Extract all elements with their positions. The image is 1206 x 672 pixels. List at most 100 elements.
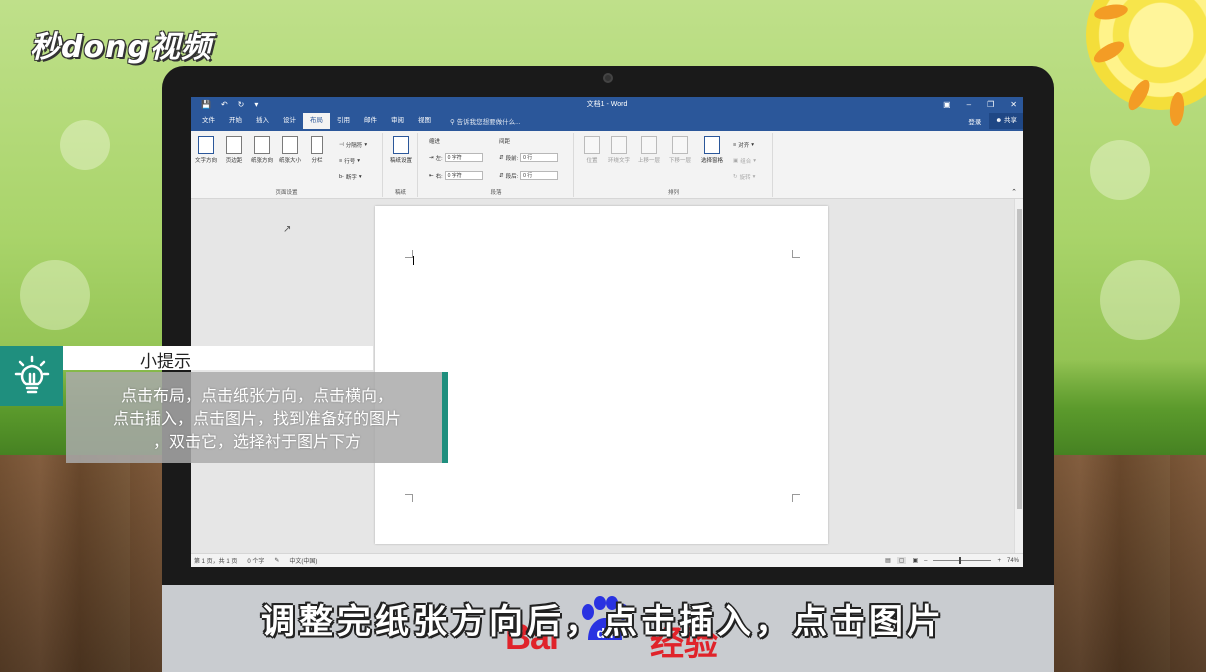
margins-button[interactable]: 页边距 — [220, 136, 248, 164]
arrange-label: 排列 — [667, 190, 679, 196]
tab-home[interactable]: 开始 — [222, 113, 249, 129]
margin-corner-tl — [405, 250, 413, 258]
margins-icon — [226, 136, 242, 154]
breaks-button[interactable]: ⊣ 分隔符 ▾ — [339, 141, 367, 149]
indent-right-input[interactable]: 0 字符 — [444, 171, 483, 180]
web-layout-icon[interactable]: ▣ — [912, 557, 918, 564]
rotate-button[interactable]: ↻ 旋转 ▾ — [733, 173, 755, 181]
indent-left-field[interactable]: ⇥ 左: 0 字符 — [429, 153, 483, 162]
orientation-button[interactable]: 纸张方向 — [248, 136, 276, 164]
margins-label: 页边距 — [225, 158, 243, 164]
tab-layout[interactable]: 布局 — [303, 113, 330, 129]
wrap-text-button[interactable]: 环绕文字 — [605, 136, 633, 164]
draft-settings-label: 稿纸设置 — [389, 158, 412, 164]
indent-right-label: 右: — [435, 173, 443, 180]
tip-title-bar — [63, 346, 373, 370]
line-numbers-icon: ≡ — [339, 158, 343, 164]
indent-left-input[interactable]: 0 字符 — [444, 153, 483, 162]
lightbulb-icon: ⚲ — [450, 119, 455, 126]
group-button[interactable]: ▣ 组合 ▾ — [733, 157, 756, 165]
zoom-slider[interactable] — [933, 557, 992, 564]
hyphenation-label: 断字 — [345, 175, 357, 181]
dropdown-icon: ▾ — [752, 174, 756, 180]
draft-label: 稿纸 — [394, 190, 406, 196]
paper-size-icon — [282, 136, 298, 154]
tab-insert[interactable]: 插入 — [249, 113, 276, 129]
channel-logo: 秒dong视频 — [30, 30, 212, 65]
draft-paper-icon — [393, 136, 409, 154]
bokeh-light — [60, 120, 110, 170]
zoom-slider-thumb[interactable] — [959, 557, 962, 564]
account-area: 登录 ☻ 共享 — [968, 113, 1023, 129]
align-button[interactable]: ≡ 对齐 ▾ — [733, 141, 754, 149]
lightbulb-icon — [14, 355, 49, 394]
tab-review[interactable]: 审阅 — [384, 113, 411, 129]
signin-link[interactable]: 登录 — [968, 116, 981, 126]
tab-view[interactable]: 视图 — [411, 113, 438, 129]
send-backward-button[interactable]: 下移一层 — [666, 136, 694, 164]
tip-line-3: ，双击它，选择衬于图片下方 — [152, 432, 361, 451]
tell-me-box[interactable]: ⚲ 告诉我您想要做什么... — [450, 116, 521, 126]
tell-me-placeholder: 告诉我您想要做什么... — [456, 119, 521, 126]
spacing-before-input[interactable]: 0 行 — [520, 153, 559, 162]
share-button[interactable]: ☻ 共享 — [989, 113, 1023, 129]
selection-pane-button[interactable]: 选择窗格 — [698, 136, 726, 164]
line-numbers-button[interactable]: ≡ 行号 ▾ — [339, 157, 360, 165]
columns-label: 分栏 — [311, 158, 323, 164]
breaks-icon: ⊣ — [339, 142, 344, 148]
tab-references[interactable]: 引用 — [330, 113, 357, 129]
close-icon[interactable]: ✕ — [1010, 100, 1017, 109]
hyphenation-button[interactable]: b‐ 断字 ▾ — [339, 173, 362, 181]
text-direction-button[interactable]: 文字方向 — [192, 136, 220, 164]
page-count[interactable]: 第 1 页，共 1 页 — [194, 556, 237, 565]
bring-forward-icon — [641, 136, 657, 154]
spacing-after-field[interactable]: ⇵ 段后: 0 行 — [499, 171, 559, 180]
tab-file[interactable]: 文件 — [195, 113, 222, 129]
read-mode-icon[interactable]: ▤ — [885, 557, 891, 564]
position-button[interactable]: 位置 — [579, 136, 605, 164]
ribbon-options-icon[interactable]: ▣ — [943, 100, 951, 109]
zoom-level[interactable]: 74% — [1007, 558, 1019, 564]
line-numbers-label: 行号 — [344, 159, 356, 165]
indent-title: 缩进 — [429, 139, 441, 145]
tab-design[interactable]: 设计 — [276, 113, 303, 129]
position-label: 位置 — [586, 158, 598, 164]
tip-line-1: 点击布局，点击纸张方向，点击横向， — [120, 386, 393, 405]
restore-icon[interactable]: ❐ — [987, 100, 994, 109]
print-layout-icon[interactable]: ▢ — [896, 557, 907, 564]
scroll-thumb[interactable] — [1017, 209, 1022, 509]
language-indicator[interactable]: 中文(中国) — [289, 556, 317, 565]
minimize-icon[interactable]: – — [967, 100, 971, 109]
word-count[interactable]: 0 个字 — [247, 556, 264, 565]
share-label: 共享 — [1004, 117, 1017, 124]
bring-forward-button[interactable]: 上移一层 — [635, 136, 663, 164]
person-icon: ☻ — [995, 117, 1003, 124]
proofing-icon[interactable]: ✎ — [274, 557, 279, 564]
indent-right-field[interactable]: ⇤ 右: 0 字符 — [429, 171, 483, 180]
margin-corner-tr — [792, 250, 800, 258]
bokeh-light — [1100, 260, 1180, 340]
tab-mailings[interactable]: 邮件 — [357, 113, 384, 129]
zoom-out-icon[interactable]: – — [924, 558, 927, 564]
spacing-title: 间距 — [499, 139, 511, 145]
zoom-in-icon[interactable]: + — [997, 558, 1001, 564]
dropdown-icon: ▾ — [753, 158, 756, 164]
columns-icon — [311, 136, 323, 154]
draft-settings-button[interactable]: 稿纸设置 — [387, 136, 415, 164]
size-label: 纸张大小 — [278, 158, 301, 164]
spacing-before-field[interactable]: ⇵ 段前: 0 行 — [499, 153, 559, 162]
spacing-after-input[interactable]: 0 行 — [520, 171, 559, 180]
dropdown-icon: ▾ — [364, 142, 368, 148]
align-icon: ≡ — [733, 142, 737, 148]
vertical-scrollbar[interactable] — [1014, 199, 1023, 553]
bokeh-light — [1090, 140, 1150, 200]
indent-left-icon: ⇥ — [429, 154, 434, 161]
position-icon — [584, 136, 600, 154]
size-button[interactable]: 纸张大小 — [276, 136, 304, 164]
document-title: 文档1 - Word — [586, 101, 628, 108]
group-icon: ▣ — [733, 158, 739, 164]
collapse-ribbon-icon[interactable]: ⌃ — [1011, 188, 1017, 196]
text-direction-label: 文字方向 — [194, 158, 217, 164]
columns-button[interactable]: 分栏 — [306, 136, 328, 164]
hyphenation-icon: b‐ — [339, 174, 344, 180]
